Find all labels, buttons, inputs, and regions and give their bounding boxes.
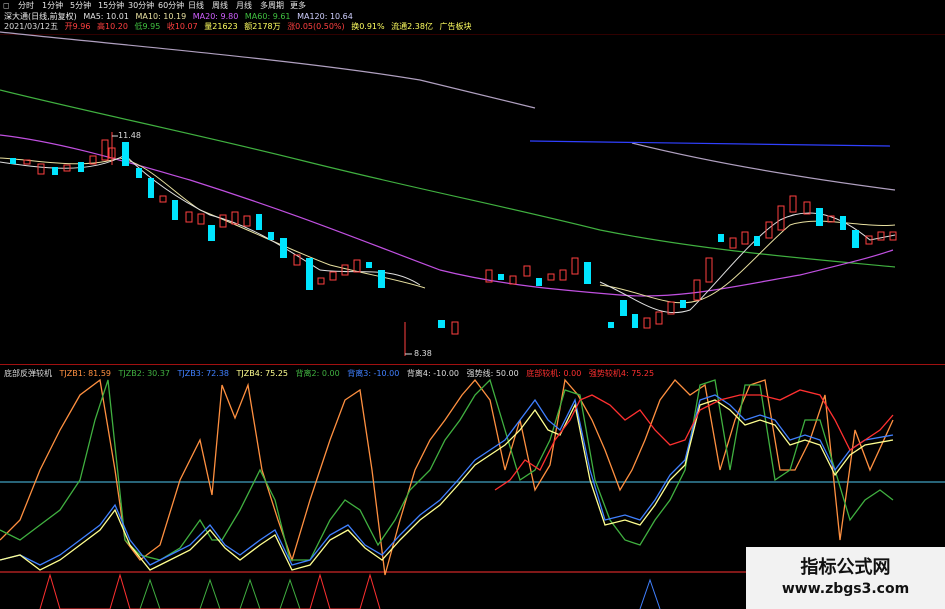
watermark-title: 指标公式网 bbox=[800, 557, 891, 578]
candlesticks bbox=[10, 132, 897, 356]
strong-line-value: 强势线: 50.00 bbox=[466, 369, 519, 378]
ma-blue-line bbox=[529, 140, 891, 147]
indicator-name[interactable]: 底部反弹较机 bbox=[4, 369, 52, 378]
ma120-line-left bbox=[0, 31, 536, 109]
ma5-line-left bbox=[0, 154, 421, 286]
bottom-signal-line bbox=[139, 578, 301, 609]
buy-value: 底部较机: 0.00 bbox=[526, 369, 582, 378]
indicator-info-line: 底部反弹较机 TJZB1: 81.59 TJZB2: 30.37 TJZB3: … bbox=[4, 369, 659, 379]
bei4-value: 背离4: -10.00 bbox=[406, 369, 460, 378]
tjzb2-value: TJZB2: 30.37 bbox=[118, 369, 170, 378]
price-low-label: 8.38 bbox=[414, 349, 432, 358]
ma10-line-left bbox=[0, 157, 426, 289]
ma120-line-right bbox=[631, 142, 896, 191]
strong4-value: 强势较机4: 75.25 bbox=[588, 369, 655, 378]
ma20-line bbox=[0, 134, 894, 297]
bei2-value: 背离2: 0.00 bbox=[295, 369, 340, 378]
chart-canvas[interactable] bbox=[0, 0, 945, 609]
watermark-badge: 指标公式网 www.zbgs3.com bbox=[746, 547, 945, 609]
tjzb3-value: TJZB3: 72.38 bbox=[177, 369, 229, 378]
price-high-label: 11.48 bbox=[118, 131, 141, 140]
ma60-line bbox=[0, 89, 896, 268]
bottom-signal-line-3 bbox=[639, 578, 661, 609]
watermark-url: www.zbgs3.com bbox=[781, 581, 910, 597]
bei3-value: 背离3: -10.00 bbox=[347, 369, 400, 378]
tjzb1-value: TJZB1: 81.59 bbox=[59, 369, 111, 378]
tjzb2-green-line bbox=[0, 378, 894, 561]
tjzb4-value: TJZB4: 75.25 bbox=[236, 369, 288, 378]
